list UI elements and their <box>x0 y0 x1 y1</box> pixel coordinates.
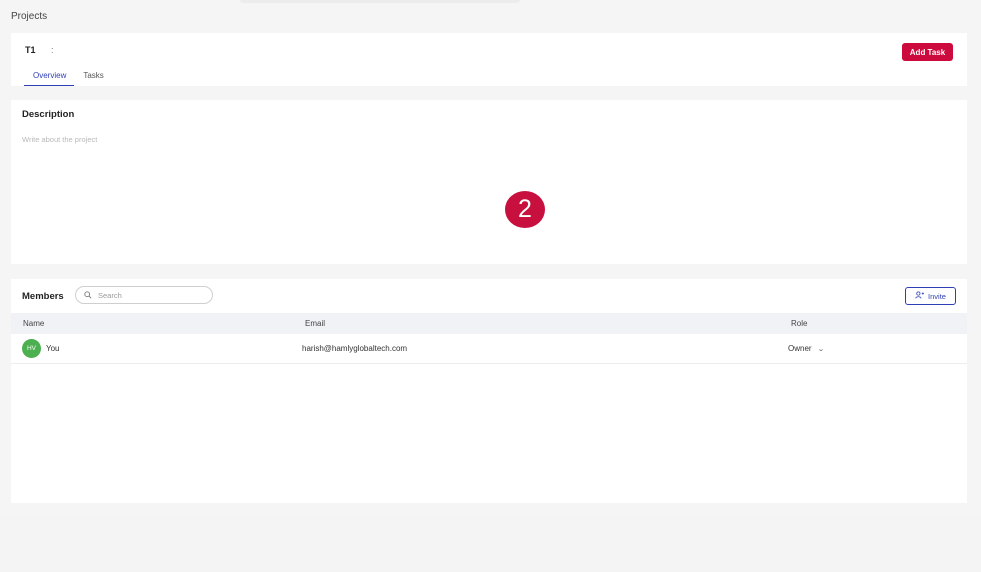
members-title: Members <box>22 291 64 302</box>
table-row: HV You harish@hamlyglobaltech.com Owner … <box>11 334 967 364</box>
step-marker-badge: 2 <box>505 191 545 228</box>
description-title: Description <box>22 109 75 120</box>
page-footer-area <box>0 517 981 572</box>
description-card: Description 2 <box>11 100 967 264</box>
column-header-role: Role <box>791 319 808 328</box>
project-header-card: T1 : Overview Tasks Add Task <box>11 33 967 86</box>
invite-button[interactable]: Invite <box>905 287 956 305</box>
role-value: Owner <box>788 344 812 353</box>
project-tabs: Overview Tasks <box>24 71 112 86</box>
members-search-input[interactable] <box>98 290 203 300</box>
project-name: T1 <box>25 45 36 55</box>
avatar: HV <box>22 339 41 358</box>
members-card: Members Invite Name Email Role HV You ha… <box>11 279 967 503</box>
tab-tasks[interactable]: Tasks <box>74 71 111 86</box>
description-input[interactable] <box>22 135 922 144</box>
column-header-name: Name <box>23 319 45 328</box>
member-name: You <box>46 344 60 353</box>
member-email: harish@hamlyglobaltech.com <box>302 344 408 353</box>
kebab-menu-icon[interactable]: : <box>51 45 54 55</box>
page-title: Projects <box>11 11 48 22</box>
members-table-header: Name Email Role <box>11 313 967 334</box>
top-bar-edge <box>240 0 520 3</box>
tab-overview[interactable]: Overview <box>24 71 75 86</box>
role-dropdown[interactable]: Owner ⌄ <box>788 344 825 353</box>
add-task-button[interactable]: Add Task <box>902 43 953 61</box>
chevron-down-icon: ⌄ <box>816 345 825 353</box>
members-search-box[interactable] <box>75 286 213 304</box>
add-user-icon <box>915 291 925 301</box>
invite-label: Invite <box>928 291 946 301</box>
search-icon <box>84 286 92 304</box>
column-header-email: Email <box>305 319 326 328</box>
